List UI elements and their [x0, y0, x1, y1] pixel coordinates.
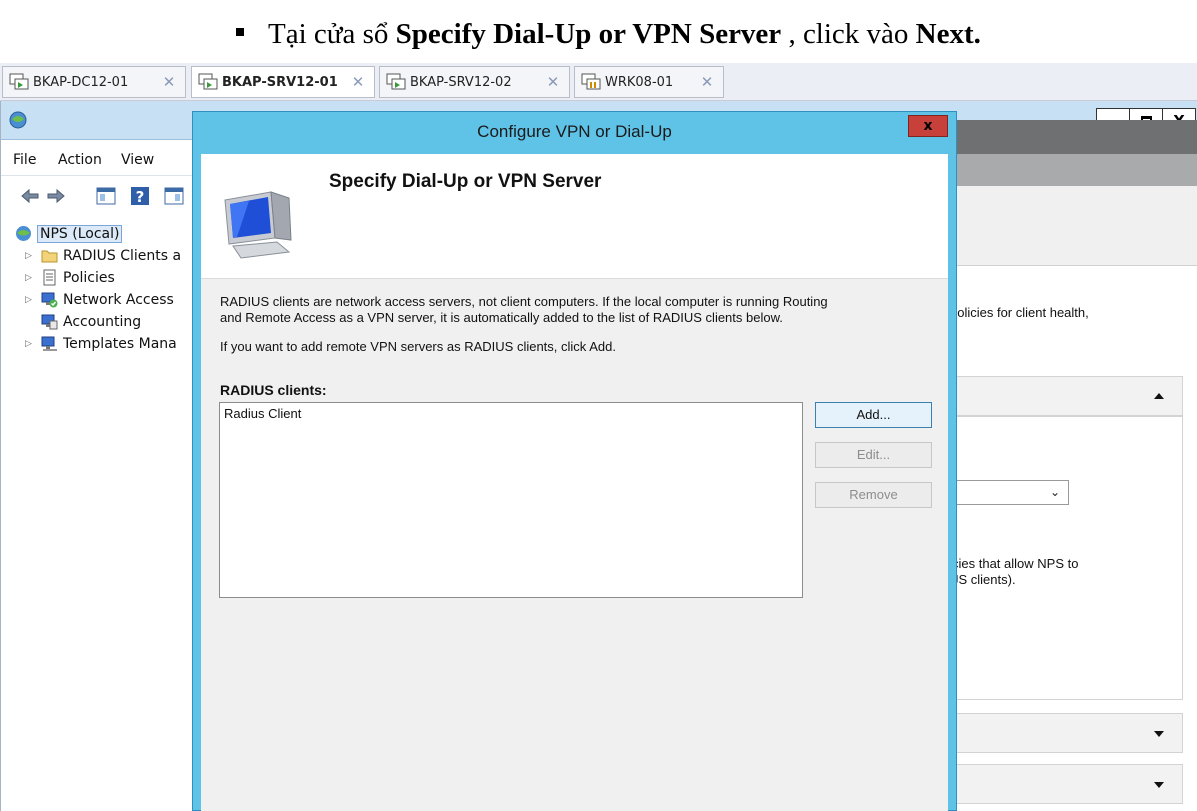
collapse-arrow-icon[interactable] [1154, 393, 1164, 399]
tab-label: WRK08-01 [605, 74, 674, 90]
tree-node-templates[interactable]: ▷ Templates Mana [25, 333, 177, 354]
right-pane-subheader-bar [944, 154, 1197, 186]
add-button[interactable]: Add... [815, 402, 932, 428]
wizard-page-title: Specify Dial-Up or VPN Server [329, 171, 602, 192]
computer-monitor-icon [224, 191, 292, 259]
vm-connection-icon [386, 73, 406, 90]
console-tree: NPS (Local) ▷ RADIUS Clients a ▷ Policie… [1, 219, 197, 811]
close-icon[interactable]: ✕ [699, 73, 715, 91]
forward-arrow-icon[interactable] [45, 185, 67, 207]
wizard-header: Specify Dial-Up or VPN Server [201, 154, 948, 279]
show-action-pane-icon[interactable] [163, 185, 185, 207]
close-icon: x [923, 118, 933, 134]
right-pane-collapsed-section-1[interactable] [944, 713, 1183, 753]
tab-bkap-srv12-02[interactable]: BKAP-SRV12-02 ✕ [379, 66, 570, 98]
description-line-1: RADIUS clients are network access server… [220, 294, 828, 309]
right-pane-description-strip [944, 186, 1197, 266]
instruction-action: Next. [915, 18, 981, 50]
right-pane-section-header[interactable] [944, 376, 1183, 416]
vm-connection-icon [198, 73, 218, 90]
right-pane-section-text-2: JS clients). [952, 572, 1016, 587]
expand-arrow-icon[interactable] [1154, 782, 1164, 788]
tab-wrk08-01[interactable]: WRK08-01 ✕ [574, 66, 724, 98]
back-arrow-icon[interactable] [19, 185, 41, 207]
folder-icon [41, 250, 58, 263]
remove-button[interactable]: Remove [815, 482, 932, 508]
expand-arrow-icon[interactable]: ▷ [25, 339, 37, 349]
tree-node-radius-clients[interactable]: ▷ RADIUS Clients a [25, 245, 181, 266]
edit-button[interactable]: Edit... [815, 442, 932, 468]
tab-bkap-srv12-01[interactable]: BKAP-SRV12-01 ✕ [191, 66, 375, 98]
instruction-dialog-name: Specify Dial-Up or VPN Server [395, 18, 782, 50]
expand-arrow-icon[interactable]: ▷ [25, 273, 37, 283]
description-line-3: If you want to add remote VPN servers as… [220, 339, 616, 354]
list-item[interactable]: Radius Client [224, 406, 301, 421]
tab-label: BKAP-DC12-01 [33, 74, 129, 90]
tree-node-label: Network Access [63, 291, 174, 308]
menu-view[interactable]: View [121, 152, 154, 168]
menu-action[interactable]: Action [58, 152, 102, 168]
tree-node-label: Templates Mana [63, 335, 177, 352]
radius-clients-list[interactable]: Radius Client [219, 402, 803, 598]
menu-file[interactable]: File [13, 152, 36, 168]
tree-node-label: RADIUS Clients a [63, 247, 182, 264]
nps-app-icon [9, 111, 27, 129]
configure-vpn-dialog: Configure VPN or Dial-Up x Specify Dial-… [192, 111, 957, 811]
tree-node-network-access[interactable]: ▷ Network Access [25, 289, 174, 310]
tree-node-label: Accounting [63, 313, 142, 330]
vm-connection-icon [9, 73, 29, 90]
tree-node-policies[interactable]: ▷ Policies [25, 267, 115, 288]
dialog-close-button[interactable]: x [908, 115, 948, 137]
right-pane-section-text-1: cies that allow NPS to [952, 556, 1079, 571]
instruction-middle: , click vào [781, 18, 916, 50]
dialog-body: Specify Dial-Up or VPN Server RADIUS cli… [201, 154, 948, 811]
vm-paused-icon [581, 73, 601, 90]
vm-tab-strip: BKAP-DC12-01 ✕ BKAP-SRV12-01 ✕ BKAP-SRV1… [0, 63, 1197, 101]
instruction-prefix: Tại cửa sổ [268, 18, 396, 50]
tree-node-nps-local[interactable]: NPS (Local) [15, 223, 123, 244]
help-icon[interactable]: ? [129, 185, 151, 207]
tab-bkap-dc12-01[interactable]: BKAP-DC12-01 ✕ [2, 66, 186, 98]
accounting-icon [41, 314, 58, 330]
tree-node-label: NPS (Local) [37, 224, 123, 243]
right-pane-header-bar [944, 120, 1197, 154]
close-icon[interactable]: ✕ [545, 73, 561, 91]
tab-label: BKAP-SRV12-02 [410, 74, 512, 90]
description-line-2: and Remote Access as a VPN server, it is… [220, 310, 783, 325]
close-icon[interactable]: ✕ [350, 73, 366, 91]
nps-icon [16, 226, 31, 241]
expand-arrow-icon[interactable] [1154, 731, 1164, 737]
right-pane-dropdown[interactable]: ⌄ [952, 480, 1069, 505]
templates-icon [41, 336, 57, 351]
instruction-text: Tại cửa sổ Specify Dial-Up or VPN Server… [236, 18, 981, 51]
tree-node-label: Policies [63, 269, 115, 286]
expand-arrow-icon[interactable]: ▷ [25, 251, 37, 261]
chevron-down-icon: ⌄ [1049, 485, 1060, 499]
show-hide-tree-icon[interactable] [95, 185, 117, 207]
tree-node-accounting[interactable]: Accounting [41, 311, 141, 332]
close-icon[interactable]: ✕ [161, 73, 177, 91]
right-pane-description-text: policies for client health, [950, 305, 1089, 320]
expand-arrow-icon[interactable]: ▷ [25, 295, 37, 305]
bullet-icon [236, 28, 244, 37]
policies-icon [43, 269, 56, 286]
tab-label: BKAP-SRV12-01 [222, 74, 338, 90]
dialog-title: Configure VPN or Dial-Up [477, 122, 672, 141]
right-pane-collapsed-section-2[interactable] [944, 764, 1183, 804]
radius-clients-label: RADIUS clients: [220, 382, 327, 398]
svg-text:?: ? [136, 188, 145, 206]
network-access-icon [41, 292, 58, 308]
